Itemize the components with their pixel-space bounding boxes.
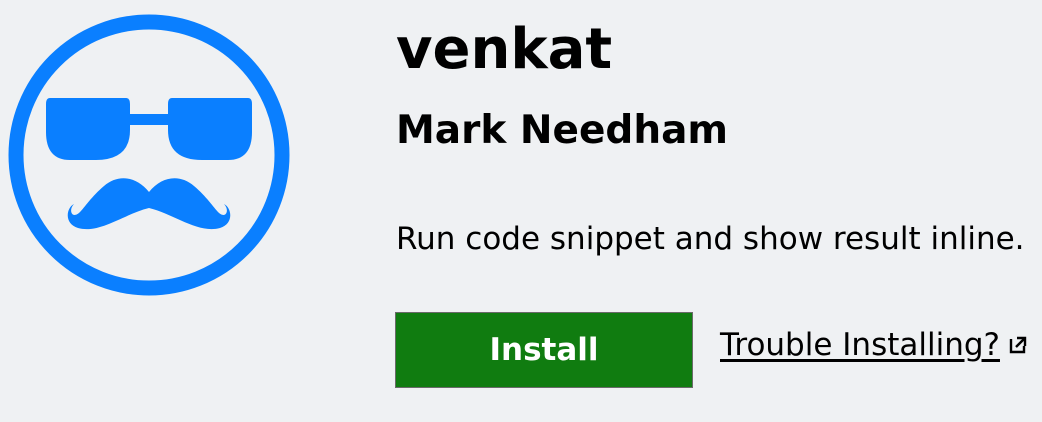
extension-description: Run code snippet and show result inline. <box>396 221 1025 257</box>
publisher-name[interactable]: Mark Needham <box>396 106 728 156</box>
extension-title: venkat <box>396 17 613 82</box>
extension-logo-icon <box>8 14 290 296</box>
install-button[interactable]: Install <box>395 312 693 388</box>
external-link-icon <box>1008 335 1028 355</box>
trouble-installing-link[interactable]: Trouble Installing? <box>720 324 1028 366</box>
trouble-installing-label: Trouble Installing? <box>720 327 1000 363</box>
